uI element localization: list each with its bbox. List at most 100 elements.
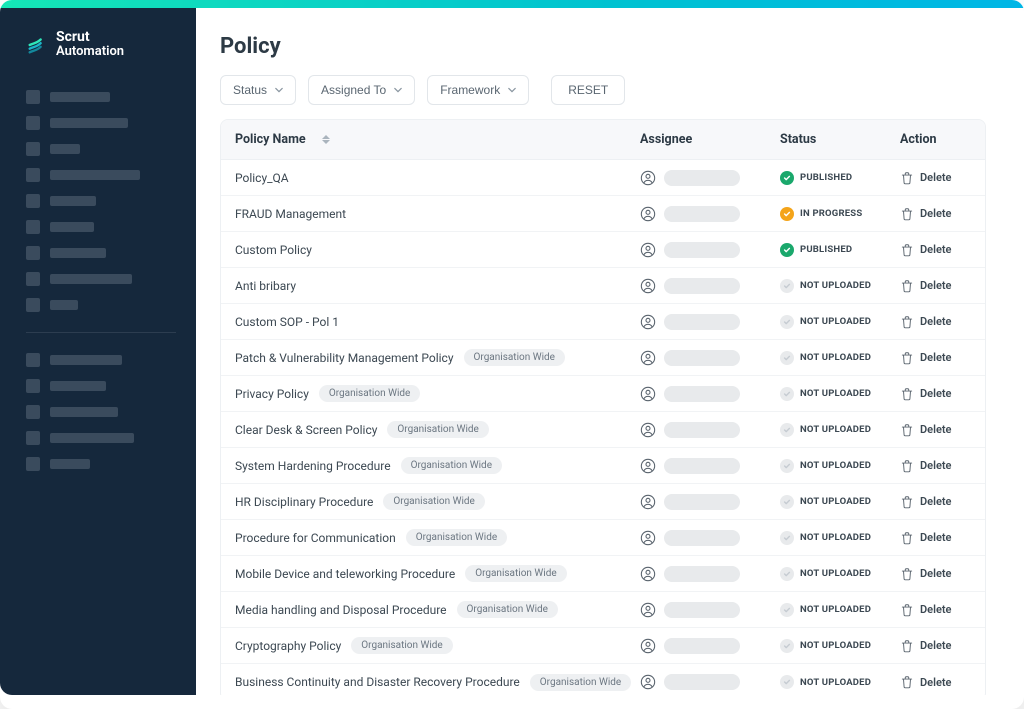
cell-assignee [640,602,780,618]
delete-button[interactable]: Delete [920,495,951,508]
trash-icon[interactable] [900,567,914,581]
scope-tag: Organisation Wide [465,565,566,582]
delete-button[interactable]: Delete [920,351,951,364]
trash-icon[interactable] [900,387,914,401]
reset-button[interactable]: RESET [551,75,625,105]
policy-name: Custom SOP - Pol 1 [235,315,339,329]
chevron-down-icon [394,86,402,94]
table-header: Policy Name Assignee Status Action [221,120,985,160]
table-row[interactable]: Anti bribary NOT UPLOADED Delete [221,268,985,304]
trash-icon[interactable] [900,171,914,185]
status-indicator-icon [780,639,794,653]
delete-button[interactable]: Delete [920,171,951,184]
assignee-placeholder [664,386,740,402]
sidebar-item-icon [26,405,40,419]
delete-button[interactable]: Delete [920,387,951,400]
status-text: NOT UPLOADED [800,496,871,507]
user-icon [640,350,656,366]
table-row[interactable]: Patch & Vulnerability Management PolicyO… [221,340,985,376]
delete-button[interactable]: Delete [920,459,951,472]
sidebar-item[interactable] [26,292,176,318]
delete-button[interactable]: Delete [920,315,951,328]
table-row[interactable]: Media handling and Disposal ProcedureOrg… [221,592,985,628]
table-row[interactable]: Privacy PolicyOrganisation WideNOT UPLOA… [221,376,985,412]
trash-icon[interactable] [900,603,914,617]
window-accent-bar [0,0,1024,8]
sidebar-item-icon [26,168,40,182]
sidebar-item[interactable] [26,266,176,292]
chevron-down-icon [275,86,283,94]
delete-button[interactable]: Delete [920,207,951,220]
sidebar-item-icon [26,353,40,367]
sidebar-item[interactable] [26,84,176,110]
trash-icon[interactable] [900,423,914,437]
delete-button[interactable]: Delete [920,279,951,292]
sidebar-item-label [50,381,106,391]
table-row[interactable]: System Hardening ProcedureOrganisation W… [221,448,985,484]
delete-button[interactable]: Delete [920,531,951,544]
sort-icon [322,134,332,146]
trash-icon[interactable] [900,531,914,545]
policy-name: Anti bribary [235,279,296,293]
delete-button[interactable]: Delete [920,676,951,689]
delete-button[interactable]: Delete [920,603,951,616]
table-row[interactable]: HR Disciplinary ProcedureOrganisation Wi… [221,484,985,520]
cell-action: Delete [900,351,971,365]
status-text: PUBLISHED [800,172,852,183]
table-row[interactable]: Cryptography PolicyOrganisation WideNOT … [221,628,985,664]
cell-policy-name: System Hardening ProcedureOrganisation W… [235,457,640,474]
cell-status: NOT UPLOADED [780,531,900,545]
table-row[interactable]: Custom SOP - Pol 1 NOT UPLOADED Delete [221,304,985,340]
trash-icon[interactable] [900,675,914,689]
chevron-down-icon [508,86,516,94]
sidebar-item[interactable] [26,162,176,188]
filter-status[interactable]: Status [220,75,296,105]
sidebar-item[interactable] [26,110,176,136]
sidebar-item[interactable] [26,425,176,451]
trash-icon[interactable] [900,279,914,293]
sidebar-item-icon [26,116,40,130]
delete-button[interactable]: Delete [920,567,951,580]
policy-name: Policy_QA [235,171,289,185]
trash-icon[interactable] [900,495,914,509]
user-icon [640,386,656,402]
table-row[interactable]: Policy_QA PUBLISHED Delete [221,160,985,196]
delete-button[interactable]: Delete [920,639,951,652]
sidebar-item-icon [26,457,40,471]
cell-status: NOT UPLOADED [780,603,900,617]
sidebar-item[interactable] [26,399,176,425]
brand-line2: Automation [56,45,124,59]
assignee-placeholder [664,566,740,582]
sidebar-item[interactable] [26,136,176,162]
trash-icon[interactable] [900,315,914,329]
cell-status: NOT UPLOADED [780,279,900,293]
sidebar-item[interactable] [26,347,176,373]
sidebar-item[interactable] [26,188,176,214]
assignee-placeholder [664,314,740,330]
trash-icon[interactable] [900,207,914,221]
trash-icon[interactable] [900,243,914,257]
status-text: NOT UPLOADED [800,677,871,688]
sidebar-divider [26,332,176,333]
trash-icon[interactable] [900,639,914,653]
policy-name: Media handling and Disposal Procedure [235,603,447,617]
sidebar-item[interactable] [26,214,176,240]
table-row[interactable]: FRAUD ManagementIN PROGRESSDelete [221,196,985,232]
filter-framework[interactable]: Framework [427,75,529,105]
header-policy-name[interactable]: Policy Name [235,132,640,147]
table-row[interactable]: Mobile Device and teleworking ProcedureO… [221,556,985,592]
status-indicator-icon [780,351,794,365]
filter-assigned-to[interactable]: Assigned To [308,75,415,105]
table-row[interactable]: Procedure for CommunicationOrganisation … [221,520,985,556]
sidebar-item[interactable] [26,373,176,399]
trash-icon[interactable] [900,459,914,473]
table-row[interactable]: Business Continuity and Disaster Recover… [221,664,985,695]
trash-icon[interactable] [900,351,914,365]
delete-button[interactable]: Delete [920,423,951,436]
delete-button[interactable]: Delete [920,243,951,256]
sidebar-item[interactable] [26,451,176,477]
table-row[interactable]: Custom PolicyPUBLISHEDDelete [221,232,985,268]
table-row[interactable]: Clear Desk & Screen PolicyOrganisation W… [221,412,985,448]
sidebar-item[interactable] [26,240,176,266]
status-text: NOT UPLOADED [800,316,871,327]
